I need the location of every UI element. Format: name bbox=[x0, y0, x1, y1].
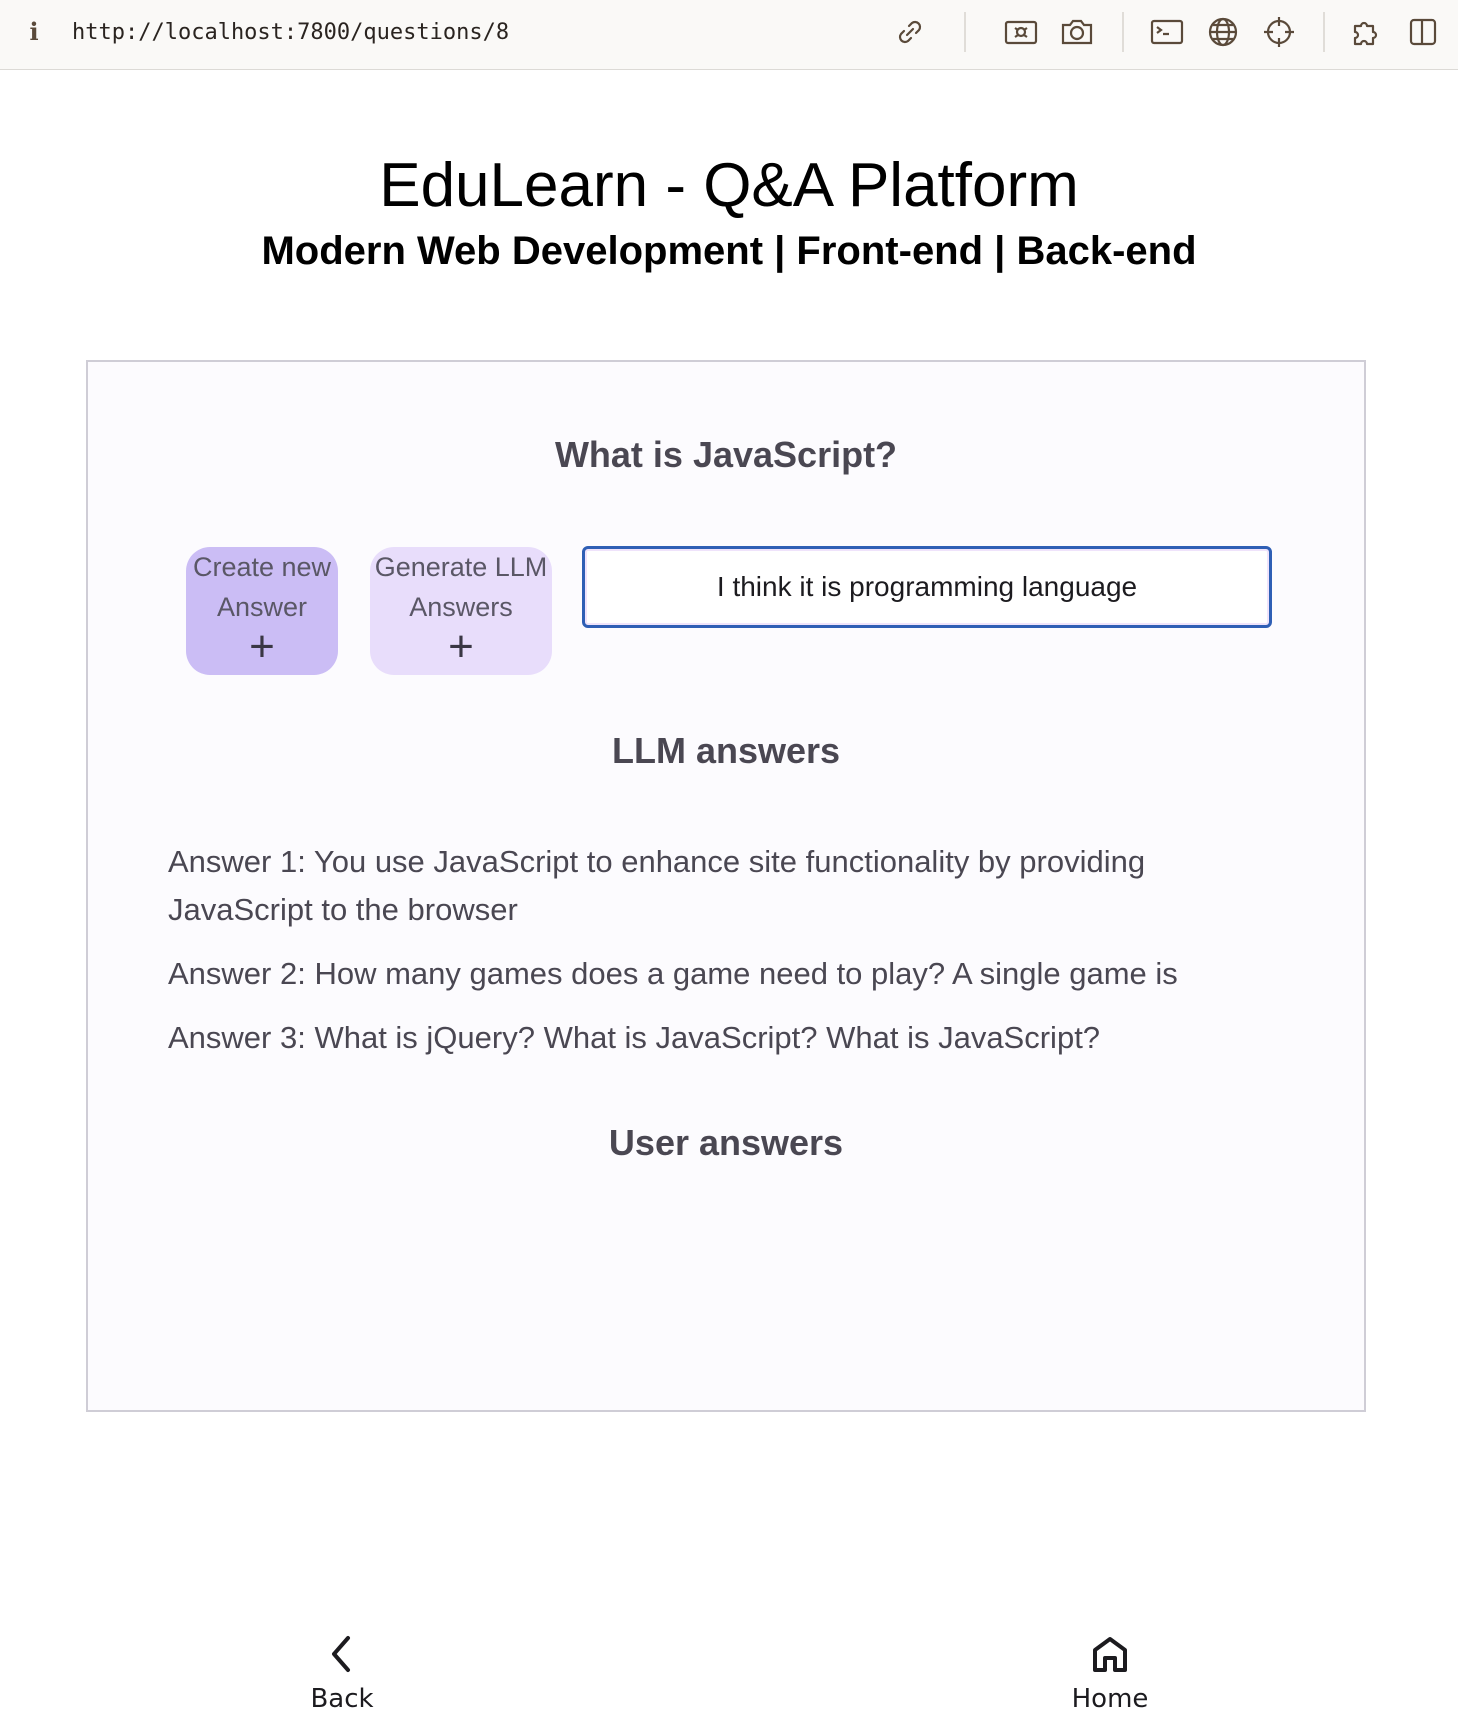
answer-input[interactable] bbox=[582, 546, 1272, 628]
llm-answers-heading: LLM answers bbox=[611, 730, 841, 771]
generate-llm-label-line2: Answers bbox=[409, 592, 513, 622]
create-answer-label-line1: Create new bbox=[192, 552, 332, 582]
page-subtitle: Modern Web Development | Front-end | Bac… bbox=[261, 229, 1197, 273]
question-title: What is JavaScript? bbox=[554, 434, 898, 475]
create-answer-button[interactable]: Create new Answer + bbox=[186, 547, 338, 675]
link-icon[interactable] bbox=[892, 14, 928, 50]
plus-icon: + bbox=[249, 622, 275, 671]
chevron-left-icon bbox=[332, 1636, 350, 1672]
extensions-icon[interactable] bbox=[1349, 14, 1385, 50]
llm-answer-item: Answer 1: You use JavaScript to enhance … bbox=[168, 844, 1146, 927]
terminal-icon[interactable] bbox=[1149, 14, 1185, 50]
question-card: What is JavaScript? Create new Answer + … bbox=[86, 360, 1366, 1412]
back-label: Back bbox=[310, 1684, 374, 1714]
screenshot-icon[interactable] bbox=[1003, 14, 1039, 50]
bottom-navigation: Back Home bbox=[0, 1620, 1458, 1724]
generate-llm-answers-button[interactable]: Generate LLM Answers + bbox=[370, 547, 552, 675]
browser-toolbar: i http://localhost:7800/questions/8 bbox=[0, 0, 1458, 70]
back-button[interactable]: Back bbox=[282, 1620, 402, 1716]
home-icon bbox=[1093, 1637, 1127, 1672]
globe-icon[interactable] bbox=[1205, 14, 1241, 50]
page-title: EduLearn - Q&A Platform bbox=[379, 151, 1079, 220]
create-answer-label-line2: Answer bbox=[216, 592, 308, 622]
llm-answer-item: Answer 2: How many games does a game nee… bbox=[168, 956, 1178, 991]
crosshair-icon[interactable] bbox=[1261, 14, 1297, 50]
home-label: Home bbox=[1071, 1684, 1149, 1714]
address-bar[interactable]: http://localhost:7800/questions/8 bbox=[72, 18, 509, 48]
user-answers-heading: User answers bbox=[608, 1122, 844, 1163]
generate-llm-label-line1: Generate LLM bbox=[374, 552, 548, 582]
llm-answers-list: Answer 1: You use JavaScript to enhance … bbox=[168, 838, 1248, 1078]
plus-icon: + bbox=[448, 622, 474, 671]
llm-answer-item: Answer 3: What is jQuery? What is JavaSc… bbox=[168, 1020, 1101, 1055]
sidebar-icon[interactable] bbox=[1405, 14, 1441, 50]
home-button[interactable]: Home bbox=[1050, 1620, 1170, 1716]
camera-icon[interactable] bbox=[1059, 14, 1095, 50]
site-info-icon[interactable]: i bbox=[24, 16, 44, 48]
